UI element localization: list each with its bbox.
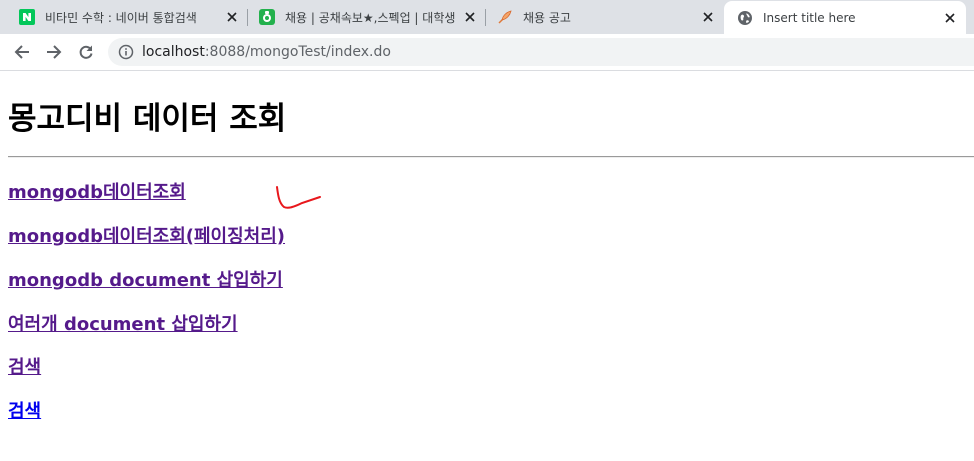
back-button[interactable] — [10, 40, 34, 64]
spec-up-icon — [259, 9, 275, 25]
tab-spec-up[interactable]: 채용 | 공채속보★,스펙업 | 대학생 — [248, 0, 486, 34]
address-bar[interactable]: localhost:8088/mongoTest/index.do — [108, 38, 974, 66]
link-search-1[interactable]: 검색 — [8, 353, 41, 379]
red-checkmark-annotation — [276, 186, 321, 209]
tab-strip: 비타민 수학 : 네이버 통합검색 채용 | 공채속보★,스펙업 | 대학생 채… — [0, 0, 974, 34]
info-icon[interactable] — [118, 44, 134, 60]
close-icon[interactable] — [224, 9, 240, 25]
globe-icon — [737, 10, 753, 26]
close-icon[interactable] — [942, 10, 958, 26]
naver-icon — [19, 9, 35, 25]
forward-button[interactable] — [42, 40, 66, 64]
tab-title: 비타민 수학 : 네이버 통합검색 — [45, 10, 197, 25]
tab-title: 채용 | 공채속보★,스펙업 | 대학생 — [285, 10, 456, 25]
link-insert-many-documents[interactable]: 여러개 document 삽입하기 — [8, 310, 238, 336]
page-title: 몽고디비 데이터 조회 — [8, 101, 287, 137]
feather-icon — [497, 9, 513, 25]
link-mongodb-insert-document[interactable]: mongodb document 삽입하기 — [8, 266, 283, 292]
url-path: :8088/mongoTest/index.do — [204, 44, 391, 60]
forward-arrow-icon — [47, 45, 62, 59]
reload-button[interactable] — [74, 40, 98, 64]
close-icon[interactable] — [700, 9, 716, 25]
reload-icon — [79, 45, 93, 59]
url-host: localhost — [142, 44, 205, 60]
tab-title: 채용 공고 — [523, 10, 571, 25]
link-mongodb-data-query-paging[interactable]: mongodb데이터조회(페이징처리) — [8, 222, 285, 248]
tab-insert-title[interactable]: Insert title here — [724, 1, 966, 34]
url-text[interactable]: localhost:8088/mongoTest/index.do — [142, 44, 391, 60]
tab-title: Insert title here — [763, 10, 856, 25]
link-mongodb-data-query[interactable]: mongodb데이터조회 — [8, 178, 186, 204]
page-content: 몽고디비 데이터 조회 mongodb데이터조회 mongodb데이터조회(페이… — [0, 71, 974, 461]
tab-job-posting[interactable]: 채용 공고 — [486, 0, 724, 34]
back-arrow-icon — [14, 45, 29, 59]
close-icon[interactable] — [462, 9, 478, 25]
tab-naver-search[interactable]: 비타민 수학 : 네이버 통합검색 — [0, 0, 248, 34]
browser-toolbar: localhost:8088/mongoTest/index.do — [0, 34, 974, 70]
horizontal-rule — [8, 156, 974, 158]
link-search-2[interactable]: 검색 — [8, 397, 41, 423]
